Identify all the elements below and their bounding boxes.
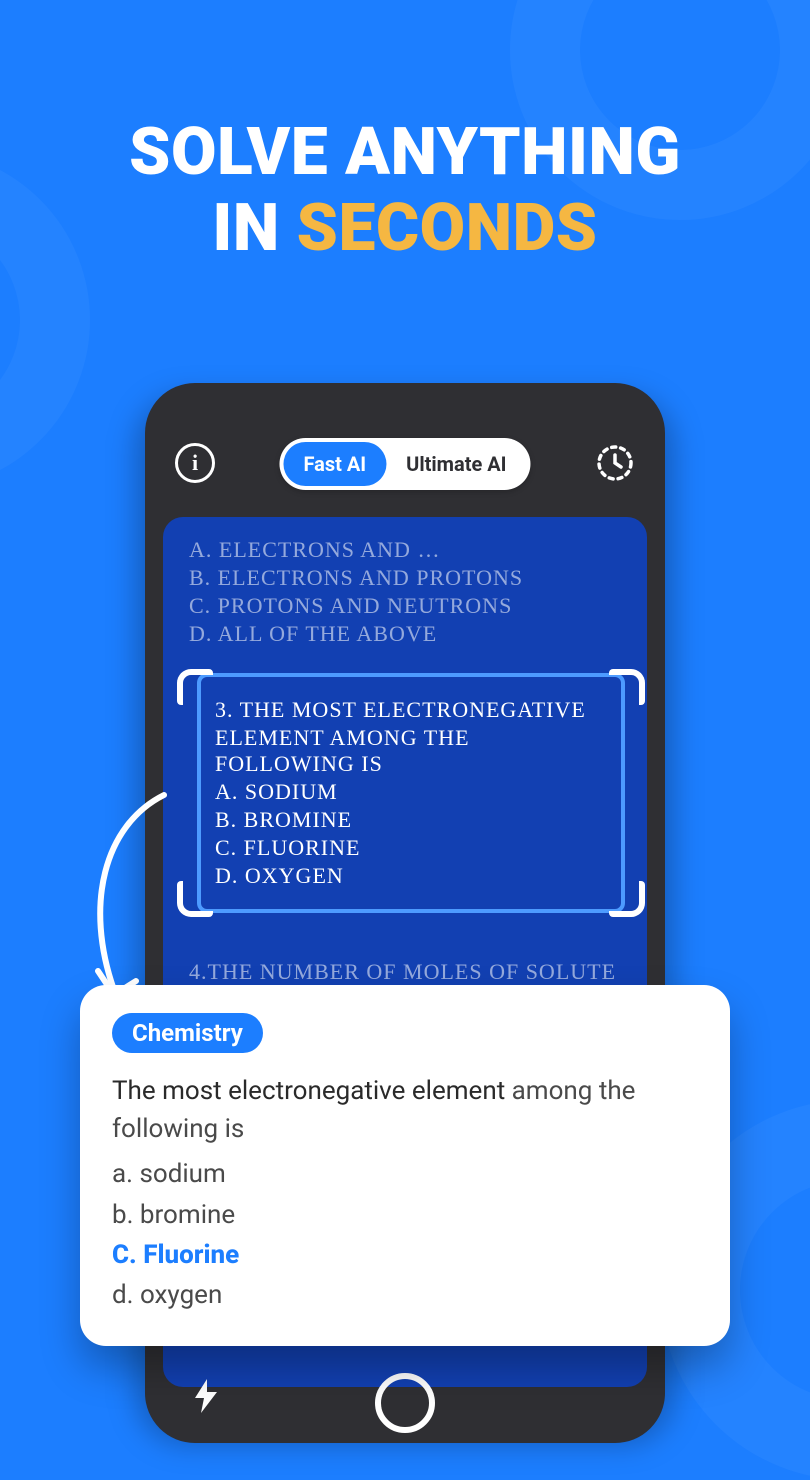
- frame-corner-icon: [609, 881, 645, 917]
- answer-option-b: b. bromine: [112, 1195, 698, 1235]
- answer-option-a: a. sodium: [112, 1154, 698, 1194]
- answer-options: a. sodium b. bromine C. Fluorine d. oxyg…: [112, 1154, 698, 1315]
- scan-option-b: B. BROMINE: [215, 807, 607, 833]
- scan-text-line: 4.THE NUMBER OF MOLES OF SOLUTE: [189, 959, 621, 985]
- scan-question-line: ELEMENT AMONG THE FOLLOWING IS: [215, 725, 607, 777]
- scan-question-line: 3. THE MOST ELECTRONEGATIVE: [215, 697, 607, 723]
- frame-corner-icon: [177, 669, 213, 705]
- info-icon: i: [192, 452, 198, 474]
- headline-line-2: IN SECONDS: [0, 191, 810, 267]
- flash-icon[interactable]: [193, 1379, 219, 1413]
- scan-text-line: C. PROTONS AND NEUTRONS: [189, 593, 621, 619]
- ultimate-ai-option[interactable]: Ultimate AI: [386, 442, 526, 486]
- scan-option-d: D. OXYGEN: [215, 863, 607, 889]
- history-button[interactable]: [595, 443, 635, 483]
- fast-ai-option[interactable]: Fast AI: [283, 442, 386, 486]
- headline: SOLVE ANYTHING IN SECONDS: [0, 115, 810, 267]
- camera-controls: [145, 1373, 665, 1433]
- subject-badge: Chemistry: [112, 1013, 263, 1053]
- headline-line-1: SOLVE ANYTHING: [0, 115, 810, 191]
- frame-corner-icon: [609, 669, 645, 705]
- answer-option-correct: C. Fluorine: [112, 1235, 698, 1275]
- ai-mode-toggle[interactable]: Fast AI Ultimate AI: [279, 438, 530, 490]
- info-button[interactable]: i: [175, 443, 215, 483]
- scan-option-c: C. FLUORINE: [215, 835, 607, 861]
- answer-question-text: The most electronegative element among t…: [112, 1073, 698, 1148]
- arrow-icon: [74, 785, 184, 1015]
- scan-text-line: B. ELECTRONS AND PROTONS: [189, 565, 621, 591]
- answer-card: Chemistry The most electronegative eleme…: [80, 985, 730, 1346]
- history-icon: [595, 443, 635, 483]
- scan-text-line: A. ELECTRONS AND …: [189, 537, 621, 563]
- shutter-button[interactable]: [375, 1373, 435, 1433]
- scan-text-line: D. ALL OF THE ABOVE: [189, 621, 621, 647]
- capture-selection: 3. THE MOST ELECTRONEGATIVE ELEMENT AMON…: [197, 673, 625, 913]
- answer-option-d: d. oxygen: [112, 1275, 698, 1315]
- top-bar: i Fast AI Ultimate AI: [145, 383, 665, 503]
- capture-frame[interactable]: 3. THE MOST ELECTRONEGATIVE ELEMENT AMON…: [181, 673, 641, 913]
- scan-option-a: A. SODIUM: [215, 779, 607, 805]
